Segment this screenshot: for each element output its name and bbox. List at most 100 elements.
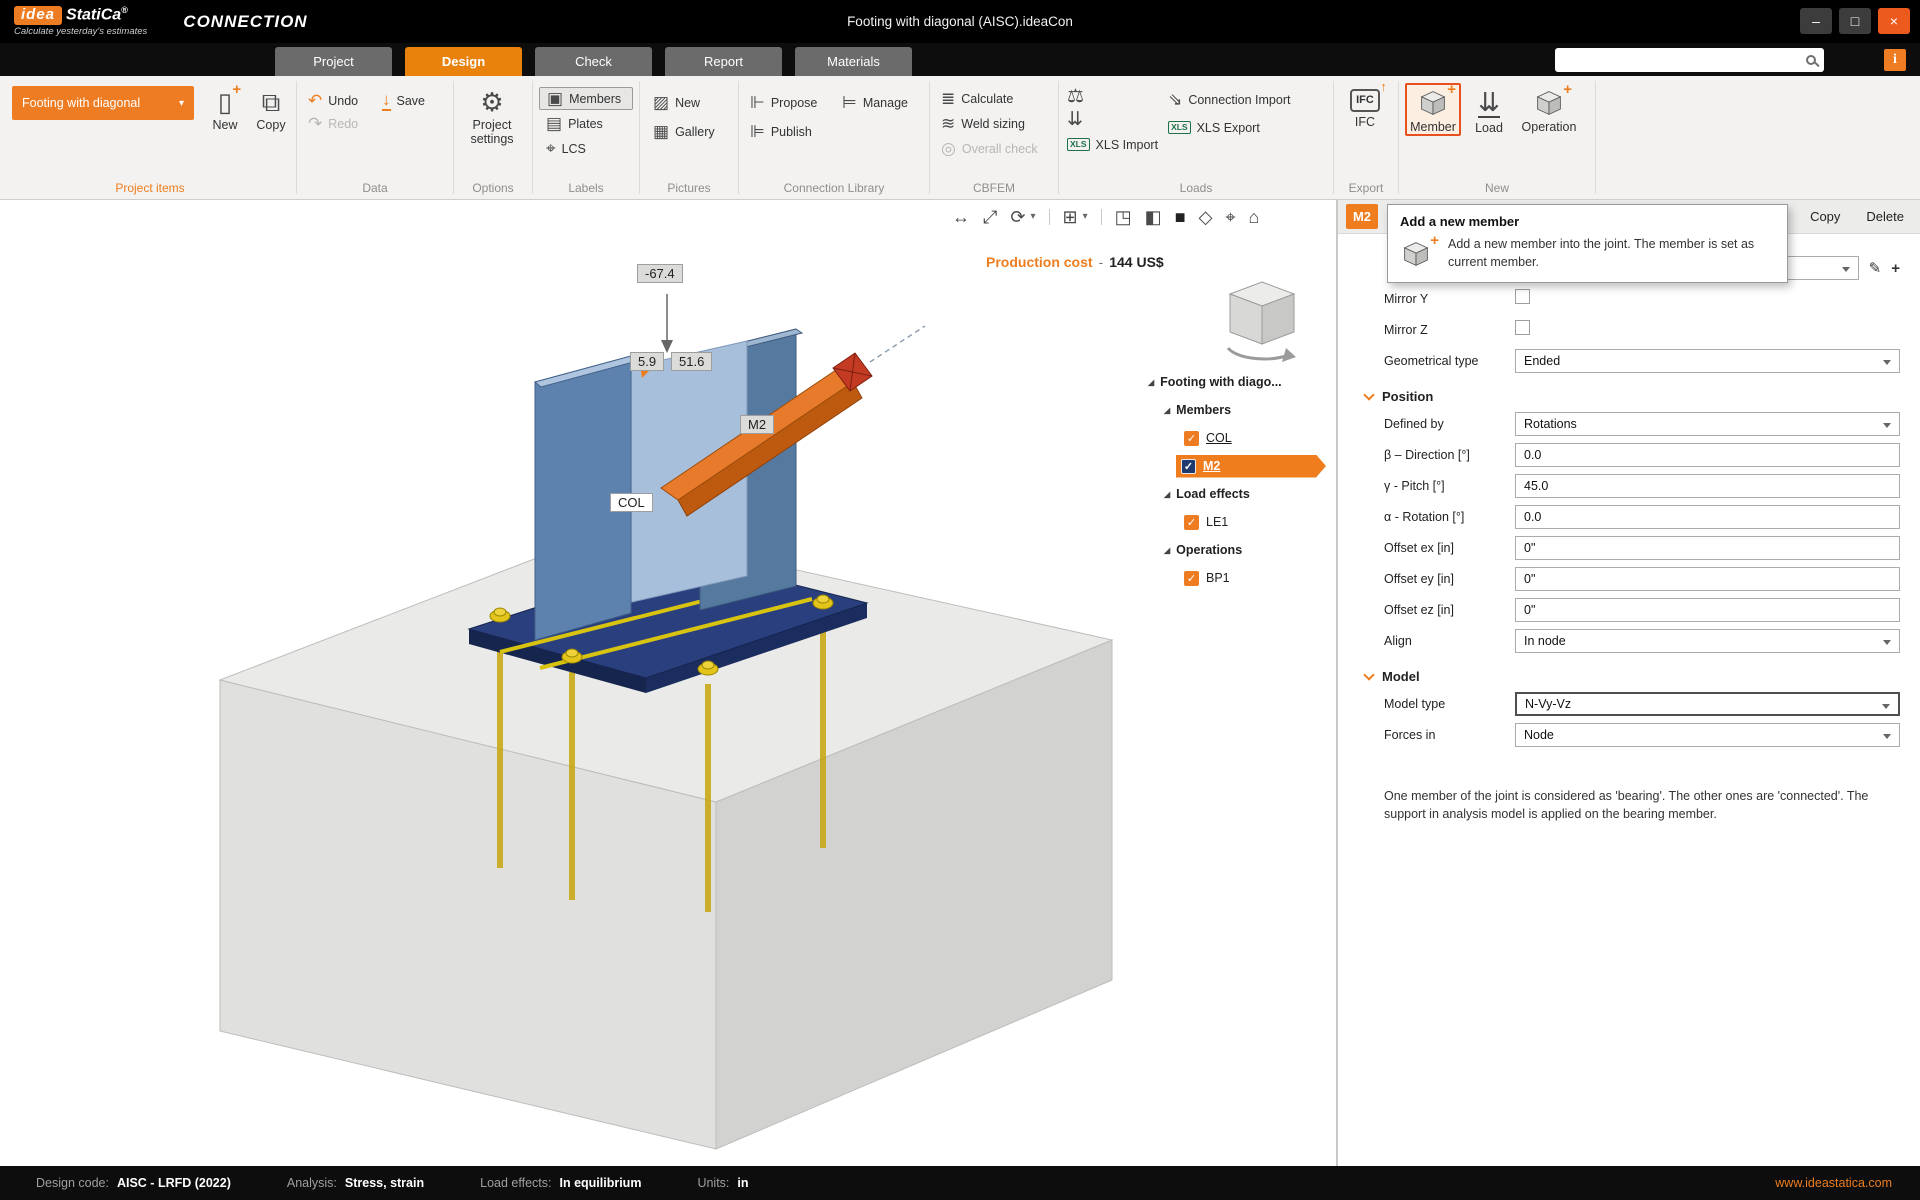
checked-checkbox-icon[interactable]: ✓ — [1184, 570, 1199, 586]
model-type-select[interactable]: N-Vy-Vz — [1515, 692, 1900, 716]
connection-import-button[interactable]: ⇘ Connection Import — [1168, 88, 1290, 111]
expander-icon[interactable]: ◢ — [1164, 490, 1170, 499]
mirror-z-checkbox[interactable] — [1515, 320, 1530, 335]
clipping-icon[interactable]: ⊞ — [1063, 208, 1078, 226]
offset-ez-input[interactable] — [1515, 598, 1900, 622]
manage-button[interactable]: ⊨ Manage — [835, 91, 915, 114]
measure-icon[interactable]: ↔ — [952, 208, 970, 226]
member-label-m2[interactable]: M2 — [740, 415, 775, 434]
ifc-icon: IFC ↑ — [1350, 80, 1387, 112]
scene-3d — [218, 294, 1114, 1150]
status-bar: Design code: AISC - LRFD (2022) Analysis… — [0, 1166, 1920, 1200]
search-icon[interactable] — [1806, 55, 1816, 65]
navigation-cube[interactable] — [1216, 272, 1308, 373]
xls-import-button[interactable]: XLS XLS Import — [1067, 133, 1158, 156]
search-input[interactable] — [1563, 53, 1806, 67]
expander-icon[interactable]: ◢ — [1164, 406, 1170, 415]
picture-new-button[interactable]: ▨ New — [646, 91, 732, 114]
tree-load-effects-header[interactable]: ◢ Load effects — [1146, 480, 1328, 508]
checked-checkbox-icon[interactable]: ✓ — [1181, 459, 1196, 474]
ifc-export-button[interactable]: IFC ↑ IFC — [1334, 80, 1396, 129]
zoom-fit-icon[interactable]: ⤢ — [983, 208, 997, 226]
viewport-3d[interactable]: ↔ ⤢ ⟳ ▾ ⊞ ▾ ◳ ◧ ■ ◇ ⌖ ⌂ Production cost -… — [0, 200, 1334, 1166]
redo-button[interactable]: ↷ Redo — [301, 112, 375, 135]
tab-project[interactable]: Project — [275, 47, 392, 76]
mirror-y-checkbox[interactable] — [1515, 289, 1530, 304]
tree-root[interactable]: ◢ Footing with diago... — [1146, 368, 1328, 396]
project-settings-button[interactable]: ⚙ Project settings — [454, 83, 530, 147]
save-button[interactable]: ↓ Save — [375, 89, 432, 112]
geometrical-type-select[interactable]: Ended — [1515, 349, 1900, 373]
chevron-down-icon[interactable]: ▾ — [1031, 212, 1036, 222]
undo-button[interactable]: ↶ Undo — [301, 89, 375, 112]
tab-report[interactable]: Report — [665, 47, 782, 76]
info-button[interactable]: i — [1884, 49, 1906, 71]
add-member-tooltip: Add a new member Add a new member into t… — [1387, 204, 1788, 283]
close-button[interactable]: × — [1878, 8, 1910, 34]
checked-checkbox-icon[interactable]: ✓ — [1184, 514, 1199, 530]
position-section-header[interactable]: Position — [1363, 388, 1900, 404]
expander-icon[interactable]: ◢ — [1148, 378, 1154, 387]
scene-tree: ◢ Footing with diago... ◢ Members ✓ COL … — [1146, 368, 1328, 592]
align-select[interactable]: In node — [1515, 629, 1900, 653]
tree-item-col[interactable]: ✓ COL — [1146, 424, 1328, 452]
new-project-button[interactable]: ▯ New — [202, 81, 248, 132]
dimension-label-a: 5.9 — [630, 352, 665, 371]
model-section-header[interactable]: Model — [1363, 668, 1900, 684]
defined-by-select[interactable]: Rotations — [1515, 412, 1900, 436]
tab-design[interactable]: Design — [405, 47, 522, 76]
labels-members-toggle[interactable]: ▣ Members — [539, 87, 633, 110]
copy-member-button[interactable]: Copy — [1810, 209, 1840, 224]
member-label-col[interactable]: COL — [610, 493, 653, 512]
weld-sizing-button[interactable]: ≋ Weld sizing — [934, 112, 1054, 135]
tree-item-le1[interactable]: ✓ LE1 — [1146, 508, 1328, 536]
overall-check-button[interactable]: ◎ Overall check — [934, 137, 1054, 160]
ribbon-group-cbfem: ≣ Calculate ≋ Weld sizing ◎ Overall chec… — [930, 76, 1058, 199]
edit-pencil-icon[interactable]: ✎ — [1869, 259, 1882, 277]
gamma-pitch-input[interactable] — [1515, 474, 1900, 498]
view-transparent-icon[interactable]: ◧ — [1145, 208, 1162, 226]
minimize-button[interactable]: – — [1800, 8, 1832, 34]
load-diagram-icon[interactable]: ⇊ — [1067, 110, 1158, 129]
picture-gallery-button[interactable]: ▦ Gallery — [646, 120, 732, 143]
offset-ex-input[interactable] — [1515, 536, 1900, 560]
maximize-button[interactable]: □ — [1839, 8, 1871, 34]
tree-members-header[interactable]: ◢ Members — [1146, 396, 1328, 424]
view-wireframe-icon[interactable]: ◳ — [1115, 208, 1132, 226]
propose-button[interactable]: ⊩ Propose — [743, 91, 835, 114]
add-cross-section-icon[interactable]: + — [1891, 260, 1900, 277]
expander-icon[interactable]: ◢ — [1164, 546, 1170, 555]
calculate-button[interactable]: ≣ Calculate — [934, 87, 1054, 110]
beta-direction-input[interactable] — [1515, 443, 1900, 467]
tree-item-m2-selected[interactable]: ✓ M2 — [1146, 452, 1328, 480]
home-view-icon[interactable]: ⌂ — [1249, 208, 1260, 226]
origin-icon[interactable]: ⌖ — [1225, 208, 1235, 226]
new-operation-button[interactable]: Operation — [1517, 81, 1581, 136]
workplane-icon[interactable]: ◇ — [1199, 208, 1213, 226]
publish-button[interactable]: ⊫ Publish — [743, 120, 835, 143]
new-load-button[interactable]: ⇊ Load — [1467, 83, 1511, 136]
website-link[interactable]: www.ideastatica.com — [1775, 1176, 1892, 1190]
forces-in-select[interactable]: Node — [1515, 723, 1900, 747]
copy-project-button[interactable]: ⧉ Copy — [248, 83, 294, 132]
balance-icon[interactable]: ⚖ — [1067, 87, 1158, 106]
rotate-view-icon[interactable]: ⟳ — [1010, 208, 1025, 226]
delete-member-button[interactable]: Delete — [1866, 209, 1904, 224]
new-member-button[interactable]: Member — [1405, 81, 1461, 137]
tab-check[interactable]: Check — [535, 47, 652, 76]
tree-operations-header[interactable]: ◢ Operations — [1146, 536, 1328, 564]
alpha-rotation-input[interactable] — [1515, 505, 1900, 529]
tree-item-bp1[interactable]: ✓ BP1 — [1146, 564, 1328, 592]
project-selector[interactable]: Footing with diagonal ▾ — [12, 86, 194, 120]
xls-export-button[interactable]: XLS XLS Export — [1168, 116, 1290, 139]
dimension-label-top: -67.4 — [637, 264, 683, 283]
checked-checkbox-icon[interactable]: ✓ — [1184, 430, 1199, 446]
offset-ey-input[interactable] — [1515, 567, 1900, 591]
chevron-down-icon[interactable]: ▾ — [1083, 212, 1088, 222]
publish-icon: ⊫ — [750, 122, 765, 141]
labels-plates-toggle[interactable]: ▤ Plates — [539, 112, 633, 135]
tab-materials[interactable]: Materials — [795, 47, 912, 76]
labels-lcs-toggle[interactable]: ⌖ LCS — [539, 137, 633, 160]
view-solid-icon[interactable]: ■ — [1175, 208, 1186, 226]
nav-cube-icon — [1226, 281, 1296, 362]
